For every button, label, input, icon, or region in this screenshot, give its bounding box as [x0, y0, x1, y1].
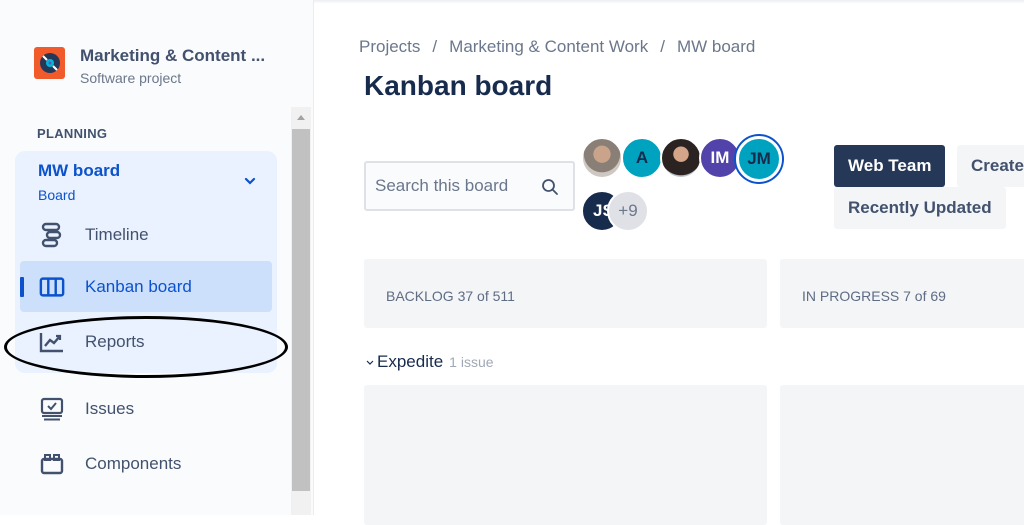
sidebar-item-label: Timeline [85, 225, 149, 244]
sidebar-item-kanban-board[interactable]: Kanban board [39, 274, 192, 300]
sidebar-item-label: Kanban board [85, 277, 192, 296]
sidebar-item-label: Components [85, 454, 182, 473]
breadcrumb-projects[interactable]: Projects [359, 37, 420, 57]
sidebar-item-timeline[interactable]: Timeline [39, 222, 149, 248]
breadcrumb-separator: / [432, 37, 438, 56]
filter-recently-updated[interactable]: Recently Updated [834, 187, 1006, 229]
scroll-up-arrow-icon[interactable] [297, 115, 305, 120]
project-type: Software project [80, 70, 182, 86]
backlog-expedite-cell [364, 385, 767, 525]
column-title: IN PROGRESS 7 of 69 [802, 288, 946, 304]
board-selector-title: MW board [38, 161, 121, 180]
avatar-overflow-count: +9 [618, 201, 638, 220]
scrollbar-thumb[interactable] [292, 129, 310, 491]
project-header[interactable]: Marketing & Content ... Software project [34, 46, 265, 86]
avatar-jm-selected[interactable]: JM [736, 136, 782, 182]
breadcrumb-project[interactable]: Marketing & Content Work [449, 37, 648, 57]
components-icon [39, 451, 65, 477]
project-name: Marketing & Content ... [80, 46, 266, 65]
avatar-initials: A [635, 148, 649, 167]
swimlane-name: Expedite [377, 352, 444, 371]
project-vinyl-icon [34, 47, 65, 79]
avatar-initials: JM [747, 149, 771, 168]
in-progress-expedite-cell [780, 385, 1024, 525]
avatar-a[interactable]: A [621, 137, 663, 179]
issues-icon [39, 396, 65, 422]
swimlane-expedite[interactable]: Expedite 1 issue [365, 352, 494, 372]
breadcrumb-board[interactable]: MW board [677, 37, 755, 57]
kanban-board-icon [39, 274, 65, 300]
avatar-user-1[interactable] [581, 137, 623, 179]
sidebar-scrollbar[interactable] [291, 107, 311, 515]
column-header-in-progress[interactable]: IN PROGRESS 7 of 69 [780, 259, 1024, 328]
planning-section-label: PLANNING [37, 126, 108, 141]
search-icon[interactable] [541, 178, 559, 201]
sidebar-item-label: Issues [85, 399, 135, 418]
chevron-down-icon [366, 360, 374, 365]
avatar-initials: IM [710, 148, 730, 167]
filter-create[interactable]: Create [957, 145, 1024, 187]
page-title: Kanban board [364, 70, 553, 101]
active-item-indicator [20, 277, 24, 297]
column-header-backlog[interactable]: BACKLOG 37 of 511 [364, 259, 767, 328]
avatar-overflow-more[interactable]: +9 [607, 190, 649, 232]
search-input[interactable] [375, 176, 535, 196]
sidebar-item-issues[interactable]: Issues [39, 396, 134, 422]
search-box[interactable] [364, 161, 575, 211]
breadcrumb-separator: / [660, 37, 665, 56]
breadcrumb: Projects / Marketing & Content Work / MW… [359, 37, 755, 57]
sidebar: Marketing & Content ... Software project… [0, 0, 314, 515]
avatar-im[interactable]: IM [699, 137, 741, 179]
timeline-icon [39, 222, 65, 248]
reports-icon [39, 329, 65, 355]
swimlane-count: 1 issue [449, 354, 494, 370]
board-selector[interactable]: MW board Board [38, 161, 120, 203]
sidebar-item-label: Reports [85, 332, 145, 351]
filter-web-team[interactable]: Web Team [834, 145, 946, 187]
avatar-user-3[interactable] [660, 137, 702, 179]
chevron-down-icon[interactable] [243, 174, 257, 188]
sidebar-item-reports[interactable]: Reports [39, 329, 145, 355]
sidebar-item-components[interactable]: Components [39, 451, 181, 477]
board-selector-subtitle: Board [38, 187, 76, 203]
column-title: BACKLOG 37 of 511 [386, 288, 515, 304]
